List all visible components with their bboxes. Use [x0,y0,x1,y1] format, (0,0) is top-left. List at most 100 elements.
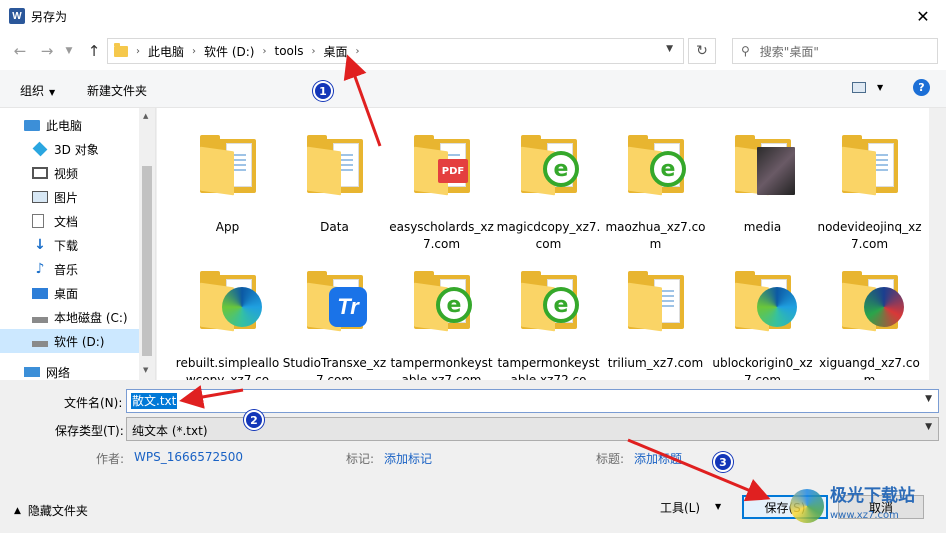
organize-label: 组织 [20,84,45,98]
new-folder-button[interactable]: 新建文件夹 [87,82,147,99]
file-item[interactable]: e tampermonkeystable xz7.com [389,254,494,380]
file-item[interactable]: nodevideojinq_xz7.com [817,118,922,251]
folder-icon [735,135,795,196]
sidebar-item-documents[interactable]: 文档 [0,209,140,233]
chevron-right-icon: › [136,45,140,57]
sidebar-item-videos[interactable]: 视频 [0,161,140,185]
scroll-down-icon[interactable]: ▼ [143,366,148,374]
sidebar-item-drive-d[interactable]: 软件 (D:) [0,329,140,353]
folder-icon [842,135,898,196]
file-item[interactable]: media [710,118,815,248]
desktop-icon [32,287,48,299]
filetype-label: 保存类型(T): [55,424,124,438]
file-name: easyscholards_xz7.com [389,220,494,251]
file-item[interactable]: e maozhua_xz7.com [603,118,708,251]
forward-button[interactable]: → [36,40,58,62]
file-name: maozhua_xz7.com [605,220,706,251]
file-item[interactable]: e magicdcopy_xz7.com [496,118,601,251]
sidebar-item-label: 软件 (D:) [54,334,105,349]
watermark-logo [790,489,824,523]
file-item[interactable]: Tr StudioTransxe_xz7.com [282,254,387,380]
tags-input[interactable]: 添加标记 [384,450,432,467]
chevron-right-icon[interactable]: › [262,46,266,57]
scroll-up-icon[interactable]: ▲ [143,112,148,120]
sidebar-item-label: 桌面 [54,286,79,301]
address-bar[interactable]: › 此电脑 › 软件 (D:) › tools › 桌面 › ▼ [107,38,684,64]
caret-up-icon: ▲ [14,505,21,516]
file-name: App [215,220,240,234]
sidebar-item-downloads[interactable]: ↓ 下载 [0,233,140,257]
search-input[interactable]: ⚲ 搜索"桌面" [732,38,938,64]
file-name: magicdcopy_xz7.com [496,220,601,251]
chevron-down-icon[interactable]: ▼ [925,394,932,404]
file-name: rebuilt.simpleallowcopy_xz7.co [175,356,280,380]
sidebar-item-label: 文档 [54,214,79,229]
annotation-marker-1: 1 [313,81,333,101]
sidebar-item-music[interactable]: ♪ 音乐 [0,257,140,281]
address-dropdown-icon[interactable]: ▼ [666,44,673,54]
tags-label: 标记: [346,452,375,466]
title-bar: W 另存为 ✕ [0,0,946,32]
annotation-marker-2: 2 [244,410,264,430]
folder-icon [114,42,128,57]
drive-icon [32,317,48,323]
file-item[interactable]: xiguangd_xz7.com [817,254,922,380]
caret-down-icon: ▼ [49,88,56,97]
sidebar-item-local-disk-c[interactable]: 本地磁盘 (C:) [0,305,140,329]
drive-icon [32,341,48,347]
view-options-icon[interactable] [852,82,866,93]
file-item[interactable]: App [175,118,280,248]
sidebar-item-pictures[interactable]: 图片 [0,185,140,209]
caret-down-icon[interactable]: ▼ [715,502,721,511]
refresh-icon: ↻ [696,43,708,59]
sidebar-item-this-pc[interactable]: 此电脑 [0,113,140,137]
sidebar-item-label: 本地磁盘 (C:) [54,310,128,325]
back-button[interactable]: ← [9,40,31,62]
help-icon[interactable]: ? [913,79,930,96]
arrow-right-icon: → [40,42,54,60]
watermark-title: 极光下载站 [830,486,915,506]
download-icon: ↓ [34,237,46,253]
chevron-right-icon[interactable]: › [355,46,359,57]
breadcrumb-this-pc[interactable]: 此电脑 [148,43,184,60]
hide-folders-label: 隐藏文件夹 [27,504,88,518]
folder-icon [628,271,684,332]
chevron-right-icon[interactable]: › [192,46,196,57]
file-item[interactable]: PDF easyscholards_xz7.com [389,118,494,251]
ie-badge-icon: e [543,151,579,187]
file-list-scrollbar[interactable] [929,108,946,380]
sidebar-item-label: 网络 [46,365,71,380]
title-input[interactable]: 添加标题 [634,450,682,467]
sidebar-scrollbar[interactable]: ▲ ▼ [139,108,155,380]
file-item[interactable]: e tampermonkeystable xz72.co [496,254,601,380]
file-item[interactable]: rebuilt.simpleallowcopy_xz7.co [175,254,280,380]
refresh-button[interactable]: ↻ [688,38,716,64]
sidebar-item-3d-objects[interactable]: 3D 对象 [0,137,140,161]
folder-icon: Tr [307,271,367,332]
sidebar-item-network[interactable]: 网络 [0,360,140,380]
tr-badge-icon: Tr [329,287,367,327]
tools-menu[interactable]: 工具(L) [660,499,700,516]
file-item[interactable]: trilium_xz7.com [603,254,708,380]
document-icon [32,214,44,228]
cube-3d-icon [32,141,48,157]
chevron-right-icon[interactable]: › [311,46,315,57]
up-button[interactable]: ↑ [83,40,105,62]
folder-icon [200,271,262,332]
sidebar-item-desktop[interactable]: 桌面 [0,281,140,305]
breadcrumb-desktop[interactable]: 桌面 [323,43,347,60]
file-item[interactable]: Data [282,118,387,248]
author-value[interactable]: WPS_1666572500 [134,450,243,464]
arrow-left-icon: ← [13,42,27,60]
sidebar-scroll-thumb[interactable] [142,166,152,356]
close-button[interactable]: ✕ [900,0,946,32]
file-item[interactable]: ublockorigin0_xz7.com [710,254,815,380]
organize-menu[interactable]: 组织 ▼ [20,82,55,99]
breadcrumb-tools[interactable]: tools [274,44,303,58]
breadcrumb-drive-d[interactable]: 软件 (D:) [204,43,254,60]
caret-down-icon[interactable]: ▼ [877,83,883,92]
filename-input[interactable]: 散文.txt ▼ [126,389,939,413]
hide-folders-toggle[interactable]: ▲ 隐藏文件夹 [14,502,88,519]
recent-locations-button[interactable]: ▼ [58,40,80,62]
sidebar-item-label: 视频 [54,166,79,181]
